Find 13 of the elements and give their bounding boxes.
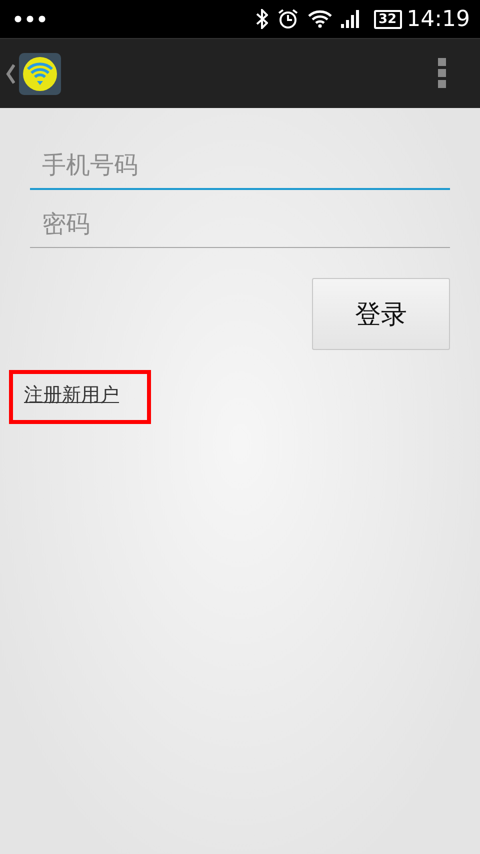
register-link[interactable]: 注册新用户 xyxy=(24,384,119,406)
alarm-icon xyxy=(276,8,298,30)
app-logo-icon[interactable] xyxy=(19,52,61,94)
login-button[interactable]: 登录 xyxy=(312,278,450,350)
bluetooth-icon xyxy=(256,9,268,29)
input-field[interactable]: 手机号码 xyxy=(30,142,450,190)
wifi-icon xyxy=(308,10,332,28)
battery-level: 32 xyxy=(374,10,402,28)
back-caret-icon[interactable] xyxy=(6,64,15,84)
overflow-menu-icon[interactable] xyxy=(438,58,446,90)
clock-time: 14:19 xyxy=(406,6,470,32)
signal-icon xyxy=(340,10,360,28)
input-field[interactable]: 密码 xyxy=(30,200,450,248)
